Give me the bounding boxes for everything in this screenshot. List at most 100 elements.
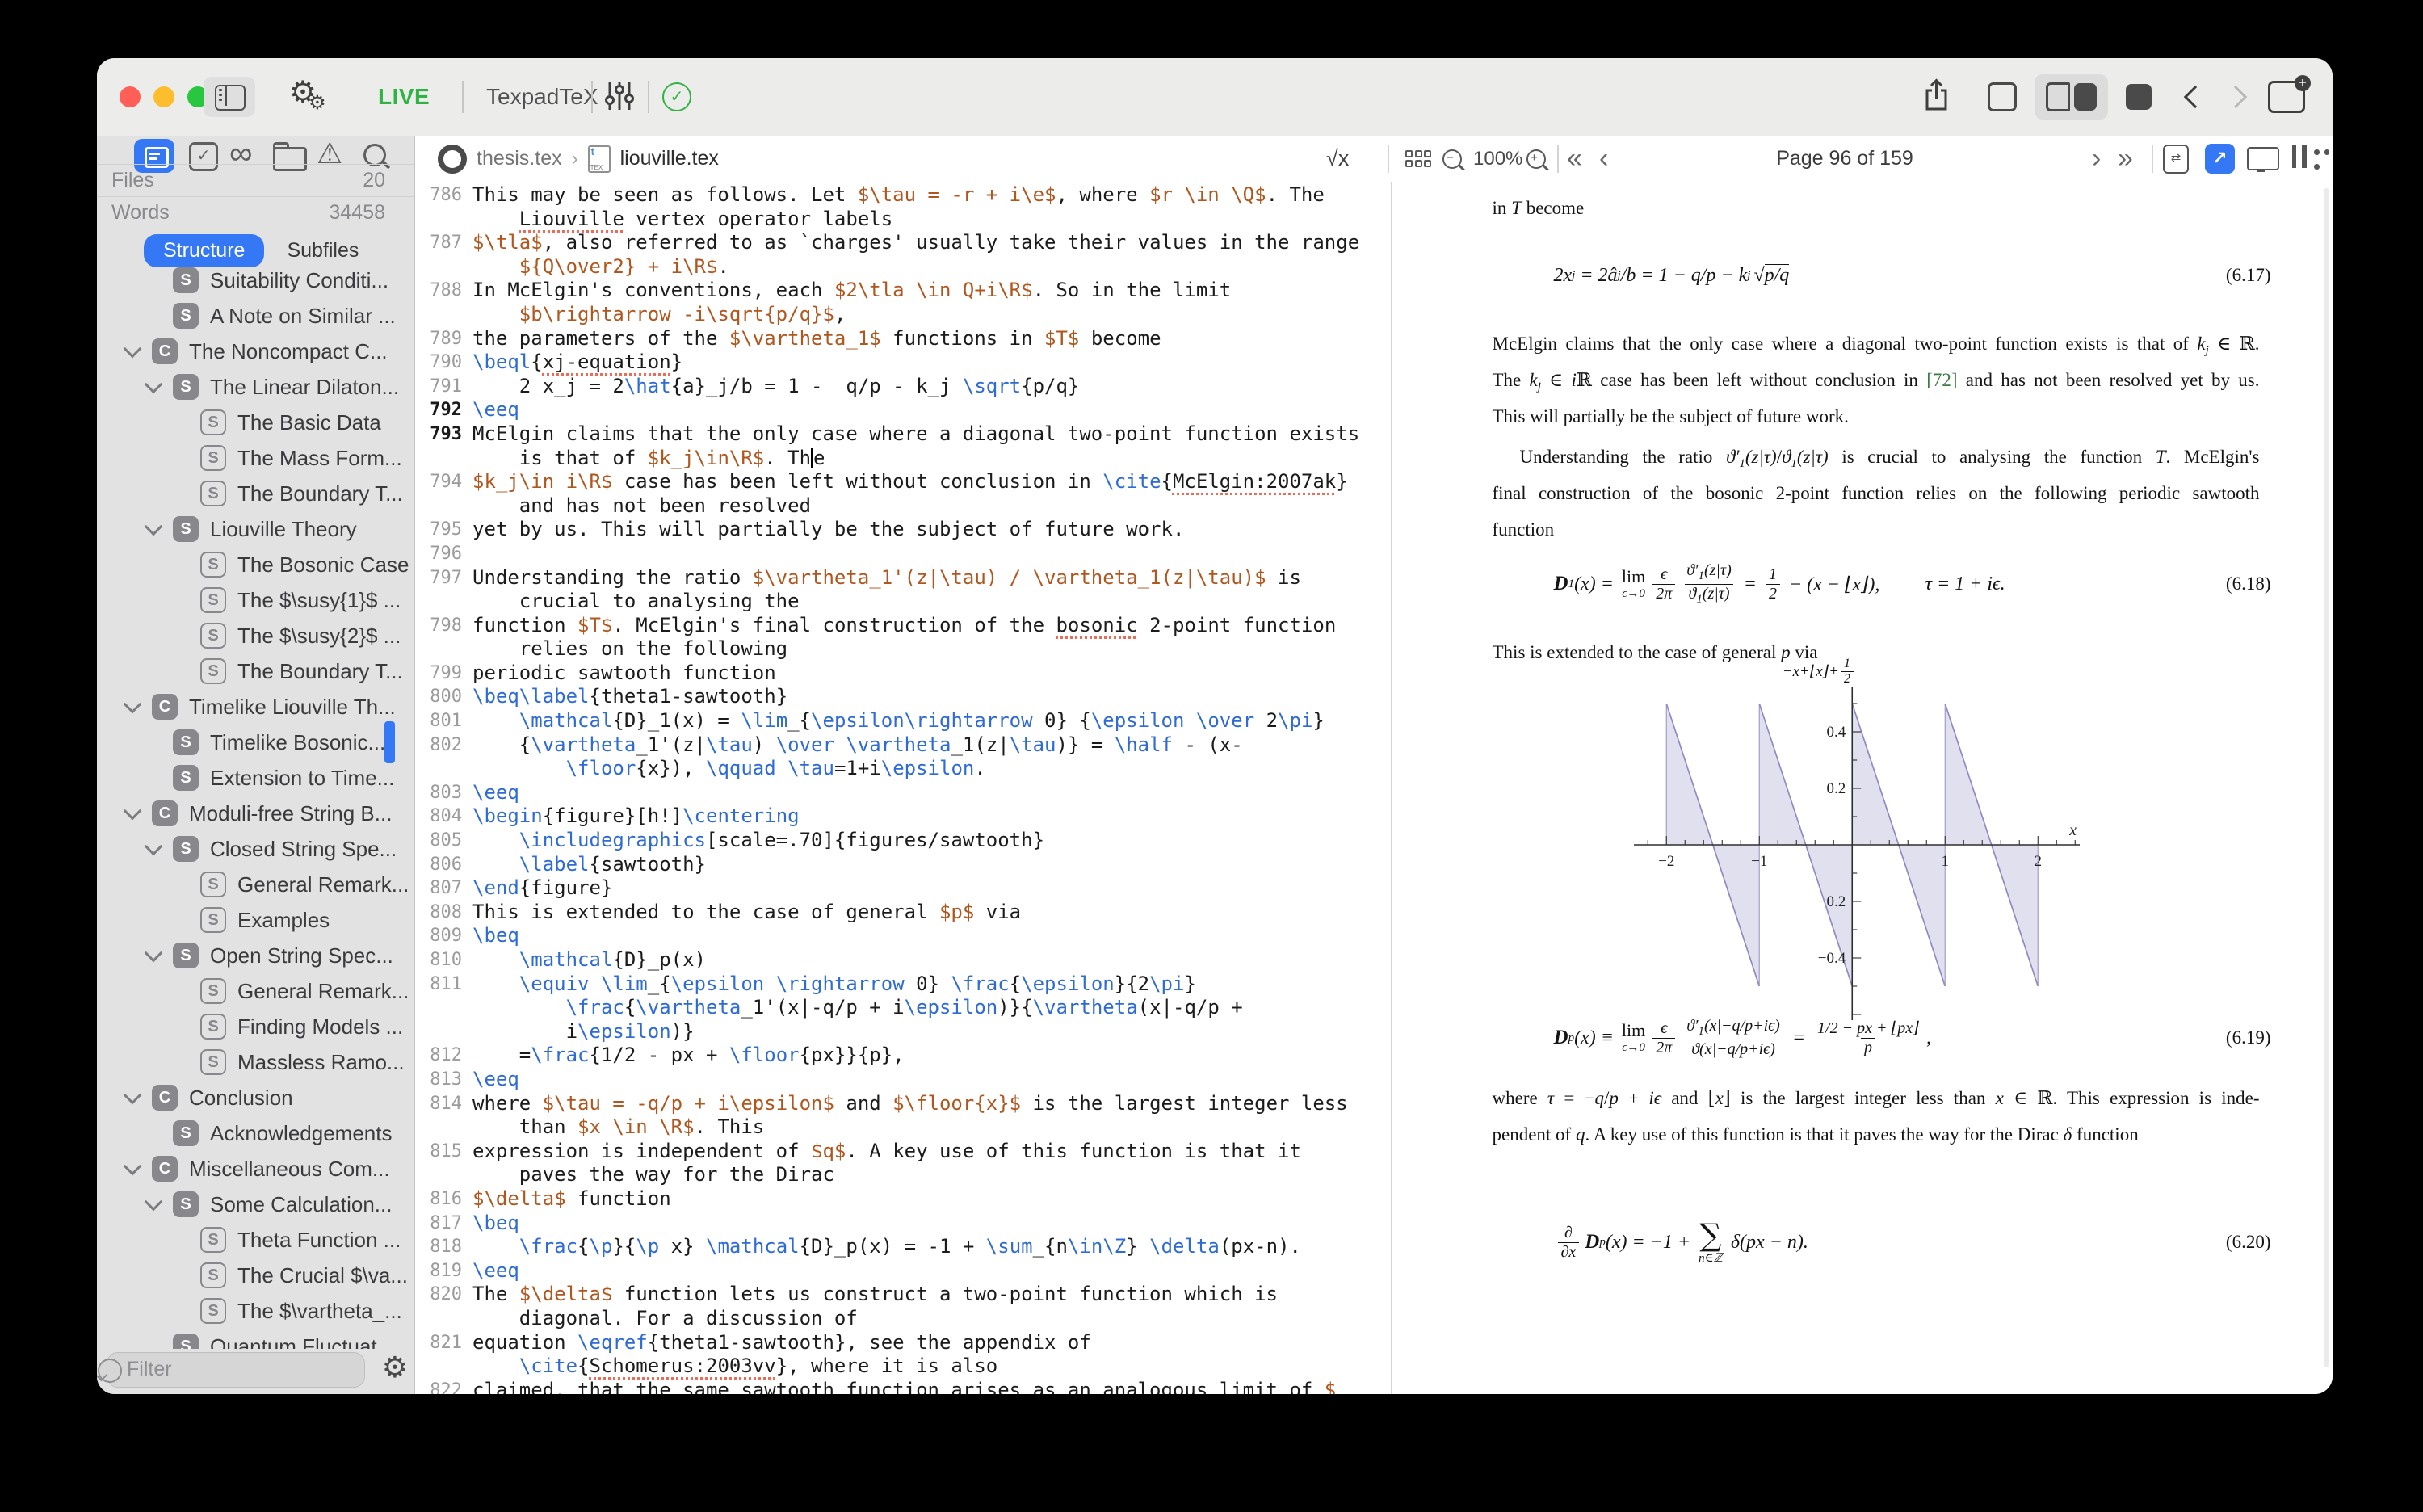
jump-to-source-button[interactable]: ↗ (2205, 136, 2235, 182)
check-status-icon[interactable]: ✓ (662, 82, 691, 111)
code-line[interactable]: 809\beq (415, 924, 1391, 948)
next-page-button[interactable]: › (2092, 136, 2101, 182)
structure-item[interactable]: SThe $\susy{2}$ ... (97, 618, 414, 653)
code-line[interactable]: 802 {\vartheta_1'(z|\tau) \over \varthet… (415, 733, 1391, 758)
zoom-in-button[interactable]: + (1526, 136, 1546, 182)
sidebar-toggle-button[interactable] (204, 77, 255, 117)
code-line[interactable]: 789the parameters of the $\vartheta_1$ f… (415, 327, 1391, 351)
code-line[interactable]: 813\eeq (415, 1068, 1391, 1092)
code-line[interactable]: 788In McElgin's conventions, each $2\tla… (415, 279, 1391, 303)
layout-pdf-only-button[interactable] (2114, 74, 2163, 120)
code-line[interactable]: 812 =\frac{1/2 - px + \floor{px}}{p}, (415, 1044, 1391, 1068)
code-line[interactable]: 817\beq (415, 1212, 1391, 1236)
code-line[interactable]: 787$\tla$, also referred to as `charges'… (415, 231, 1391, 255)
math-preview-button[interactable]: √x (1326, 136, 1349, 182)
code-line[interactable]: 816$\delta$ function (415, 1187, 1391, 1212)
code-line[interactable]: 798function $T$. McElgin's final constru… (415, 614, 1391, 638)
code-line[interactable]: Liouville vertex operator labels (415, 208, 1391, 232)
breadcrumb-file[interactable]: liouville.tex (620, 147, 719, 170)
structure-item[interactable]: CConclusion (97, 1080, 414, 1115)
structure-item[interactable]: SSuitability Conditi... (97, 262, 414, 298)
code-line[interactable]: $b\rightarrow -i\sqrt{p/q}$, (415, 303, 1391, 327)
breadcrumb[interactable]: thesis.tex › tTEX liouville.tex (438, 136, 719, 182)
code-line[interactable]: 790\beql{xj-equation} (415, 351, 1391, 375)
page-indicator[interactable]: Page 96 of 159 (1675, 136, 2014, 182)
structure-item[interactable]: STimelike Bosonic... (97, 724, 414, 760)
layout-editor-only-button[interactable] (1976, 74, 2028, 120)
code-line[interactable]: 793McElgin claims that the only case whe… (415, 422, 1391, 447)
more-options-button[interactable] (2312, 136, 2333, 182)
chevron-down-icon[interactable] (145, 944, 163, 963)
structure-item[interactable]: SThe Basic Data (97, 405, 414, 440)
code-line[interactable]: 794$k_j\in i\R$ case has been left witho… (415, 470, 1391, 494)
code-line[interactable]: 808This is extended to the case of gener… (415, 901, 1391, 925)
structure-item[interactable]: SLiouville Theory (97, 511, 414, 547)
code-line[interactable]: 807\end{figure} (415, 876, 1391, 901)
code-line[interactable]: 803\eeq (415, 781, 1391, 805)
code-line[interactable]: and has not been resolved (415, 494, 1391, 519)
code-area[interactable]: 786This may be seen as follows. Let $\ta… (415, 183, 1391, 1394)
structure-item[interactable]: SGeneral Remark... (97, 867, 414, 902)
code-line[interactable]: 810 \mathcal{D}_p(x) (415, 948, 1391, 972)
pdf-preview[interactable]: in T become 2xj = 2âj/b = 1 − q/p − kj√p… (1392, 182, 2333, 1394)
code-line[interactable]: 795yet by us. This will partially be the… (415, 518, 1391, 542)
sliders-icon[interactable] (604, 79, 635, 117)
chevron-down-icon[interactable] (145, 376, 163, 394)
structure-item[interactable]: SThe Boundary T... (97, 653, 414, 689)
structure-item[interactable]: SExamples (97, 902, 414, 938)
filter-scope-icon[interactable] (98, 1359, 122, 1383)
structure-item[interactable]: SThe Mass Form... (97, 440, 414, 476)
layout-split-view-button[interactable] (2035, 74, 2108, 120)
structure-item[interactable]: SThe Boundary T... (97, 476, 414, 511)
code-line[interactable]: relies on the following (415, 637, 1391, 662)
structure-item[interactable]: CModuli-free String B... (97, 796, 414, 831)
previous-page-button[interactable]: ‹ (1599, 136, 1608, 182)
code-line[interactable]: is that of $k_j\in\R$. The (415, 447, 1391, 471)
share-button[interactable] (1923, 78, 1952, 117)
code-line[interactable]: paves the way for the Dirac (415, 1163, 1391, 1187)
code-line[interactable]: 786This may be seen as follows. Let $\ta… (415, 183, 1391, 208)
chevron-down-icon[interactable] (124, 1157, 142, 1176)
structure-item[interactable]: SGeneral Remark... (97, 973, 414, 1009)
engine-label[interactable]: TexpadTeX (486, 84, 598, 110)
structure-item[interactable]: SThe Linear Dilaton... (97, 369, 414, 405)
chevron-down-icon[interactable] (145, 518, 163, 536)
code-line[interactable]: 791 2 x_j = 2\hat{a}_j/b = 1 - q/p - k_j… (415, 375, 1391, 399)
structure-item[interactable]: SThe $\vartheta_... (97, 1293, 414, 1329)
structure-item[interactable]: SA Note on Similar ... (97, 298, 414, 334)
code-line[interactable]: 819\eeq (415, 1259, 1391, 1283)
zoom-level[interactable]: 100% (1473, 136, 1522, 182)
history-back-button[interactable] (2184, 86, 2207, 108)
tab-subfiles[interactable]: Subfiles (287, 239, 359, 262)
chevron-down-icon[interactable] (124, 695, 142, 714)
code-line[interactable]: 801 \mathcal{D}_1(x) = \lim_{\epsilon\ri… (415, 709, 1391, 733)
search-panel-icon[interactable] (363, 144, 386, 166)
code-line[interactable]: 800\beq\label{theta1-sawtooth} (415, 685, 1391, 709)
presentation-button[interactable] (2247, 136, 2279, 182)
code-line[interactable]: 797Understanding the ratio $\vartheta_1'… (415, 566, 1391, 590)
sync-scroll-button[interactable]: ⇄ (2163, 136, 2189, 182)
code-line[interactable]: \cite{Schomerus:2003vv}, where it is als… (415, 1354, 1391, 1379)
breadcrumb-root[interactable]: thesis.tex (477, 147, 562, 170)
code-line[interactable]: crucial to analysing the (415, 590, 1391, 614)
code-line[interactable]: \frac{\vartheta_1'(x|-q/p + i\epsilon)}{… (415, 996, 1391, 1020)
structure-item[interactable]: SExtension to Time... (97, 760, 414, 796)
structure-item[interactable]: SThe Crucial $\va... (97, 1258, 414, 1293)
pdf-scrollbar[interactable] (2324, 188, 2329, 1367)
chevron-down-icon[interactable] (124, 340, 142, 359)
new-window-button[interactable]: + (2268, 81, 2305, 113)
code-line[interactable]: 821equation \eqref{theta1-sawtooth}, see… (415, 1331, 1391, 1355)
code-line[interactable]: 792\eeq (415, 398, 1391, 422)
structure-item[interactable]: SFinding Models ... (97, 1009, 414, 1044)
filter-settings-gear-icon[interactable]: ⚙ (382, 1350, 408, 1384)
zoom-out-button[interactable]: − (1442, 136, 1462, 182)
filter-input[interactable]: Filter (107, 1352, 365, 1388)
thumbnail-grid-button[interactable] (1405, 136, 1431, 182)
structure-item[interactable]: CThe Noncompact C... (97, 334, 414, 369)
code-line[interactable]: 804\begin{figure}[h!]\centering (415, 804, 1391, 829)
code-line[interactable]: \floor{x}), \qquad \tau=1+i\epsilon. (415, 757, 1391, 781)
code-line[interactable]: 806 \label{sawtooth} (415, 853, 1391, 877)
code-line[interactable]: 822claimed, that the same sawtooth funct… (415, 1379, 1391, 1394)
structure-item[interactable]: STheta Function ... (97, 1222, 414, 1258)
code-line[interactable]: than $x \in \R$. This (415, 1115, 1391, 1140)
